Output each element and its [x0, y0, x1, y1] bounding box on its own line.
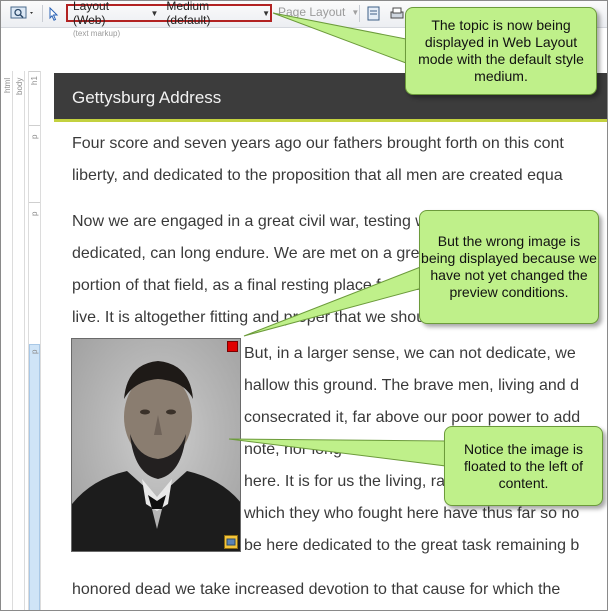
- editor-window: Layout (Web) ▼ Medium (default) ▼ Page L…: [0, 0, 608, 611]
- callout-text: The topic is now being displayed in Web …: [418, 17, 584, 84]
- callout-web-layout: The topic is now being displayed in Web …: [405, 7, 597, 95]
- callout-wrong-image: But the wrong image is being displayed b…: [419, 210, 599, 324]
- callout-image-float: Notice the image is floated to the left …: [444, 426, 603, 506]
- callout-text: But the wrong image is being displayed b…: [421, 233, 597, 300]
- callout-text: Notice the image is floated to the left …: [463, 440, 584, 491]
